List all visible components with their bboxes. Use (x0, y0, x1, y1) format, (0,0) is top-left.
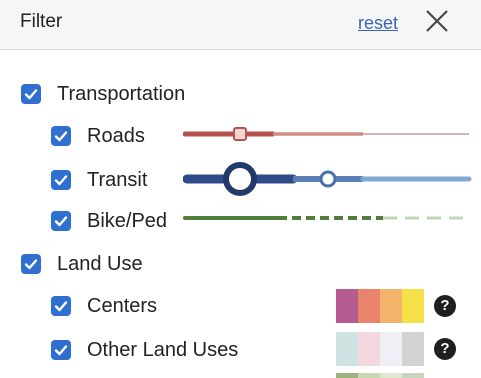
checkmark-icon (54, 301, 68, 312)
checkbox-transit[interactable] (51, 170, 71, 190)
checkmark-icon (54, 175, 68, 186)
checkmark-icon (24, 259, 38, 270)
checkbox-centers[interactable] (51, 296, 71, 316)
label-bike-ped: Bike/Ped (87, 210, 168, 232)
other-land-use-swatch (380, 332, 402, 366)
other-land-use-swatch (402, 332, 424, 366)
label-land-use: Land Use (57, 253, 143, 275)
label-roads: Roads (87, 125, 145, 147)
other-land-uses-help-icon[interactable]: ? (434, 338, 456, 360)
transit-legend-line (183, 162, 472, 196)
roads-slider-handle (233, 127, 247, 141)
panel-title: Filter (20, 11, 63, 32)
filter-header: Filter reset (0, 0, 481, 50)
other-land-use-swatch (336, 332, 358, 366)
group-transportation: Transportation (21, 80, 185, 108)
transit-small-stop-marker (319, 170, 337, 188)
checkbox-land-use[interactable] (21, 254, 41, 274)
reset-link[interactable]: reset (358, 11, 398, 35)
checkmark-icon (54, 345, 68, 356)
centers-swatch (336, 289, 358, 323)
bike-ped-legend-line (183, 216, 469, 220)
item-centers: Centers (51, 292, 157, 320)
item-transit: Transit (51, 166, 147, 194)
checkbox-other-land-uses[interactable] (51, 340, 71, 360)
item-bike-ped: Bike/Ped (51, 207, 167, 235)
checkmark-icon (24, 89, 38, 100)
roads-legend-line (183, 127, 469, 141)
other-land-uses-color-swatches (336, 332, 424, 366)
centers-color-swatches (336, 289, 424, 323)
checkbox-roads[interactable] (51, 126, 71, 146)
centers-swatch (358, 289, 380, 323)
checkbox-bike-ped[interactable] (51, 211, 71, 231)
label-transportation: Transportation (57, 83, 186, 105)
centers-help-icon[interactable]: ? (434, 295, 456, 317)
item-other-land-uses: Other Land Uses (51, 336, 238, 364)
checkbox-transportation[interactable] (21, 84, 41, 104)
label-centers: Centers (87, 295, 158, 317)
next-row-swatches-partial (336, 373, 424, 378)
checkmark-icon (54, 216, 68, 227)
group-land-use: Land Use (21, 250, 143, 278)
label-other-land-uses: Other Land Uses (87, 339, 239, 361)
close-icon[interactable] (424, 8, 450, 34)
other-land-use-swatch (358, 332, 380, 366)
label-transit: Transit (87, 169, 148, 191)
item-roads: Roads (51, 122, 145, 150)
partial-swatch (336, 373, 358, 378)
partial-swatch (402, 373, 424, 378)
partial-swatch (358, 373, 380, 378)
partial-swatch (380, 373, 402, 378)
centers-swatch (402, 289, 424, 323)
checkmark-icon (54, 131, 68, 142)
centers-swatch (380, 289, 402, 323)
transit-large-stop-marker (223, 162, 257, 196)
